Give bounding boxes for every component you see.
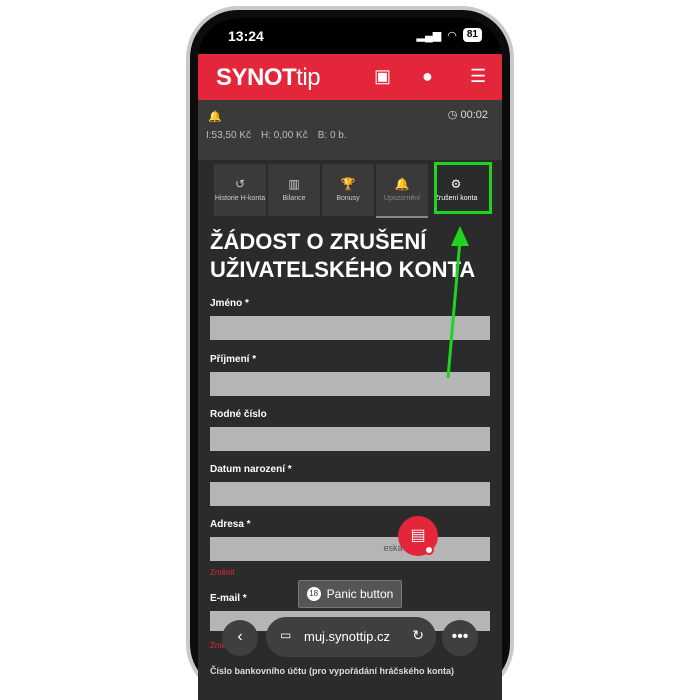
- green-arrow: [446, 226, 469, 379]
- arrow-shaft: [446, 239, 462, 379]
- arrow-head: [451, 226, 469, 246]
